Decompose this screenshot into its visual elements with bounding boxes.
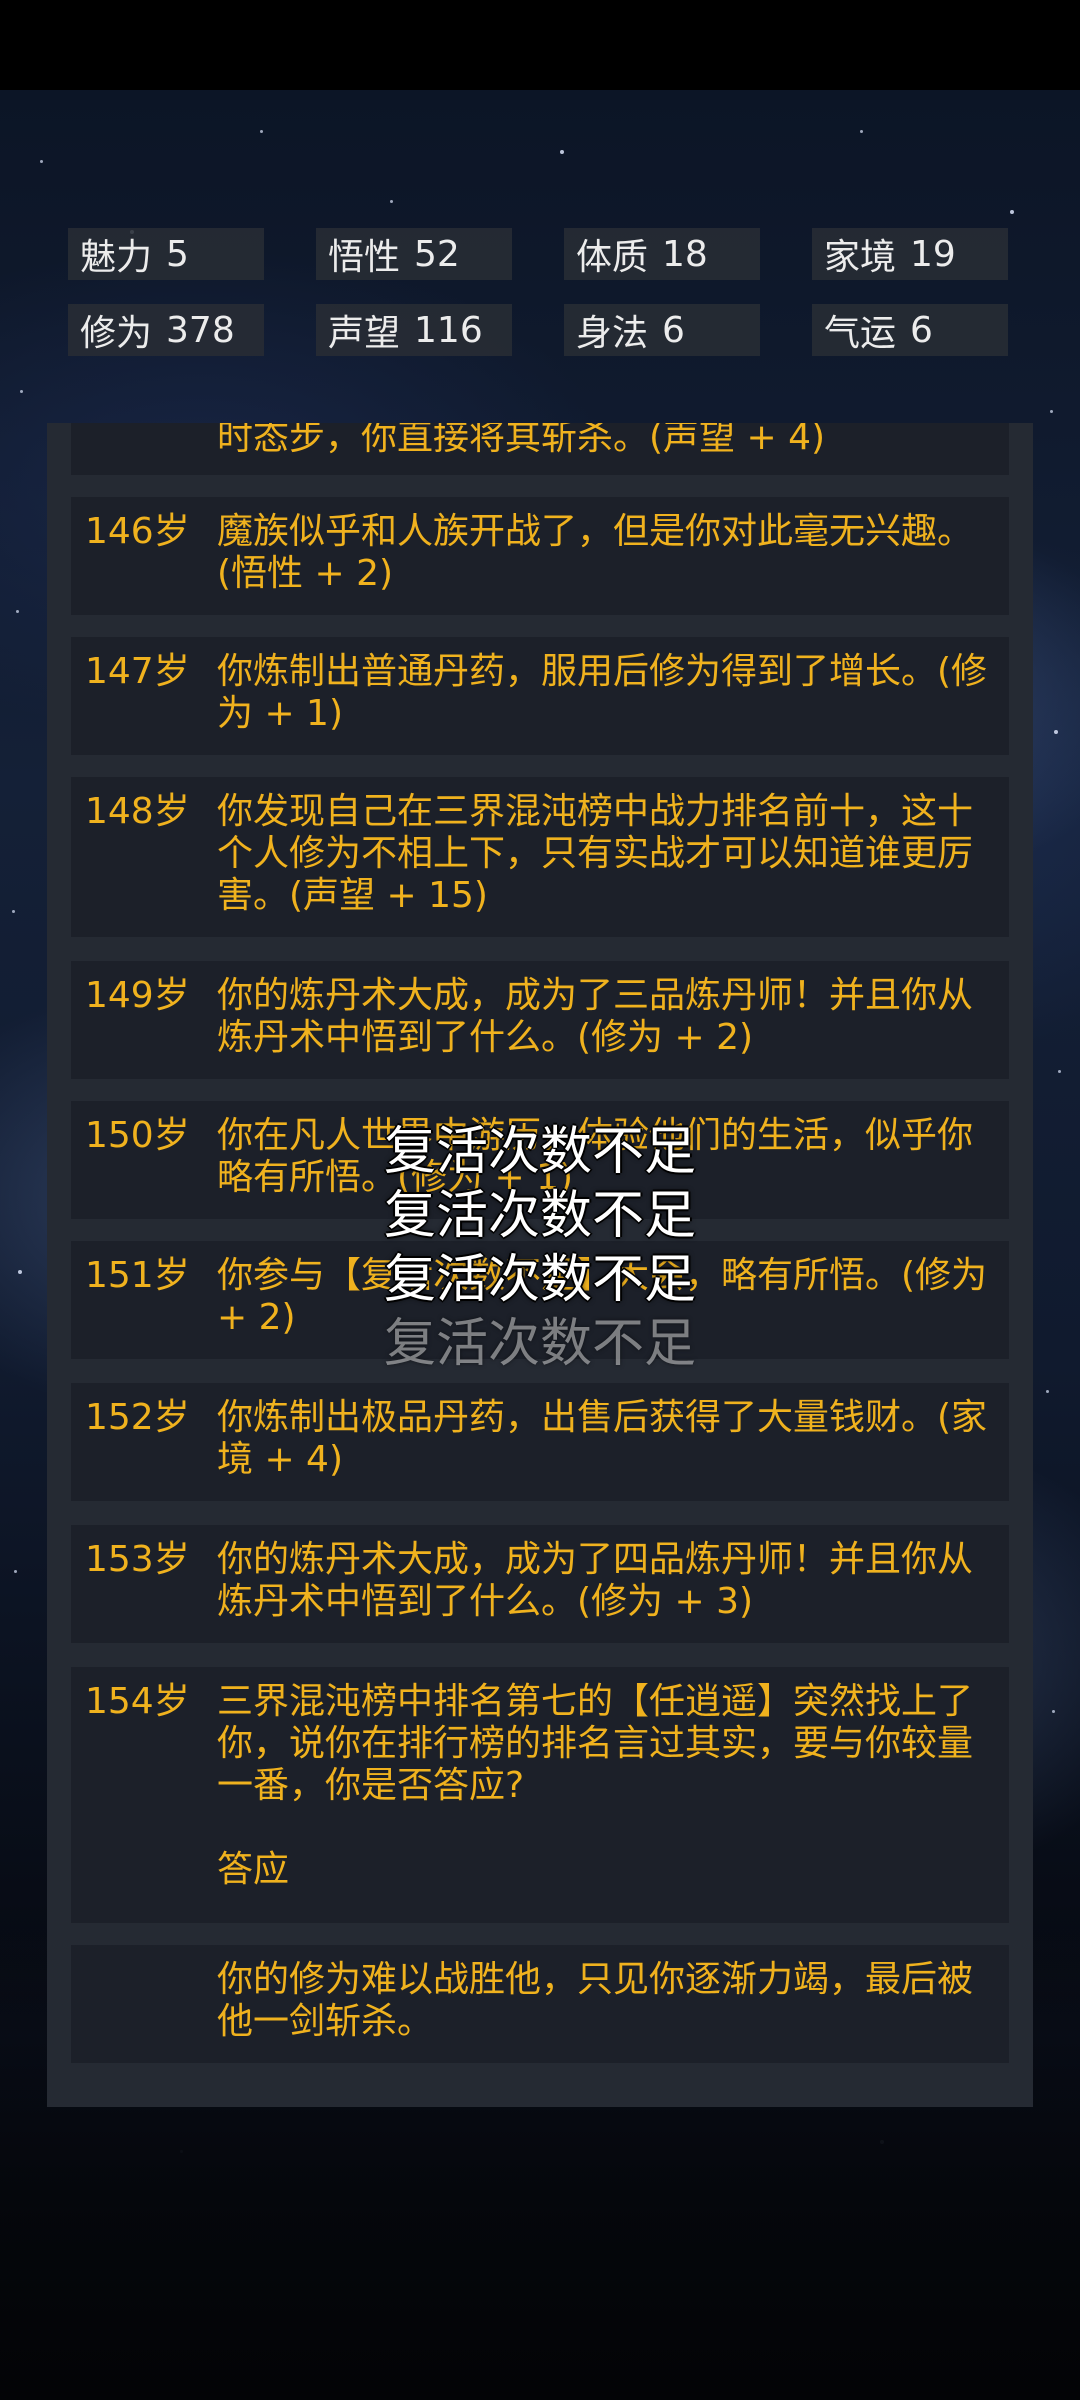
event-age: 152岁 — [85, 1397, 190, 1438]
stat-constitution: 体质 18 — [564, 228, 760, 280]
event-age: 149岁 — [85, 975, 190, 1016]
event-text: 你的炼丹术大成，成为了四品炼丹师！并且你从炼丹术中悟到了什么。(修为 + 3) — [217, 1539, 974, 1622]
stat-value: 18 — [662, 233, 708, 275]
stat-value: 6 — [910, 309, 933, 351]
log-entry: 152岁 你炼制出极品丹药，出售后获得了大量钱财。(家境 + 4) — [71, 1383, 1009, 1501]
event-text: 三界混沌榜中排名第七的【任逍遥】突然找上了你，说你在排行榜的排名言过其实，要与你… — [217, 1681, 974, 1806]
log-entry: 146岁 魔族似乎和人族开战了，但是你对此毫无兴趣。(悟性 + 2) — [71, 497, 1009, 615]
log-entry: 147岁 你炼制出普通丹药，服用后修为得到了增长。(修为 + 1) — [71, 637, 1009, 755]
revive-insufficient-toast: 复活次数不足 — [383, 1314, 696, 1374]
event-age: 153岁 — [85, 1539, 190, 1580]
event-text: 你炼制出普通丹药，服用后修为得到了增长。(修为 + 1) — [217, 651, 988, 734]
event-text: 你的修为难以战胜他，只见你逐渐力竭，最后被他一剑斩杀。 — [217, 1959, 974, 2042]
event-text: 你炼制出极品丹药，出售后获得了大量钱财。(家境 + 4) — [217, 1397, 988, 1480]
log-entry: 153岁 你的炼丹术大成，成为了四品炼丹师！并且你从炼丹术中悟到了什么。(修为 … — [71, 1525, 1009, 1643]
stat-luck: 气运 6 — [812, 304, 1008, 356]
event-text: 你发现自己在三界混沌榜中战力排名前十，这十个人修为不相上下，只有实战才可以知道谁… — [217, 791, 974, 916]
event-text: 魔族似乎和人族开战了，但是你对此毫无兴趣。(悟性 + 2) — [217, 511, 974, 594]
stat-cultivation: 修为 378 — [68, 304, 264, 356]
event-age: 148岁 — [85, 791, 190, 832]
stat-label: 悟性 — [328, 237, 401, 278]
revive-insufficient-toast: 复活次数不足 — [383, 1250, 696, 1310]
event-text: 你的炼丹术大成，成为了三品炼丹师！并且你从炼丹术中悟到了什么。(修为 + 2) — [217, 975, 974, 1058]
stat-charm: 魅力 5 — [68, 228, 264, 280]
stat-value: 52 — [414, 233, 460, 275]
log-entry-partial: 时态步，你直接将其斩杀。(声望 + 4) — [71, 423, 1009, 475]
stat-label: 家境 — [824, 237, 897, 278]
log-entry-choice-event: 154岁 三界混沌榜中排名第七的【任逍遥】突然找上了你，说你在排行榜的排名言过其… — [71, 1667, 1009, 1923]
event-age: 147岁 — [85, 651, 190, 692]
stat-label: 体质 — [576, 237, 649, 278]
event-age: 146岁 — [85, 511, 190, 552]
stat-agility: 身法 6 — [564, 304, 760, 356]
stat-label: 声望 — [328, 313, 401, 354]
event-age: 154岁 — [85, 1681, 190, 1722]
attribute-panel: 魅力 5 悟性 52 体质 18 家境 19 修为 378 声望 116 身法 6 气运 6 — [68, 228, 1008, 356]
stat-label: 气运 — [824, 313, 897, 354]
revive-insufficient-toast: 复活次数不足 — [383, 1122, 696, 1182]
stat-label: 修为 — [80, 313, 153, 354]
stat-value: 19 — [910, 233, 956, 275]
stat-value: 116 — [414, 309, 483, 351]
log-entry: 148岁 你发现自己在三界混沌榜中战力排名前十，这十个人修为不相上下，只有实战才… — [71, 777, 1009, 937]
stat-label: 魅力 — [80, 237, 153, 278]
stat-value: 6 — [662, 309, 685, 351]
event-text: 时态步，你直接将其斩杀。(声望 + 4) — [217, 423, 826, 458]
choice-accept-option[interactable]: 答应 — [217, 1849, 289, 1891]
log-entry: 149岁 你的炼丹术大成，成为了三品炼丹师！并且你从炼丹术中悟到了什么。(修为 … — [71, 961, 1009, 1079]
stat-value: 5 — [166, 233, 189, 275]
revive-insufficient-toast: 复活次数不足 — [383, 1186, 696, 1246]
status-bar-area — [0, 0, 1080, 90]
stat-family: 家境 19 — [812, 228, 1008, 280]
stat-label: 身法 — [576, 313, 649, 354]
stat-reputation: 声望 116 — [316, 304, 512, 356]
log-entry-outcome: 你的修为难以战胜他，只见你逐渐力竭，最后被他一剑斩杀。 — [71, 1945, 1009, 2063]
stat-value: 378 — [166, 309, 235, 351]
stat-comprehension: 悟性 52 — [316, 228, 512, 280]
